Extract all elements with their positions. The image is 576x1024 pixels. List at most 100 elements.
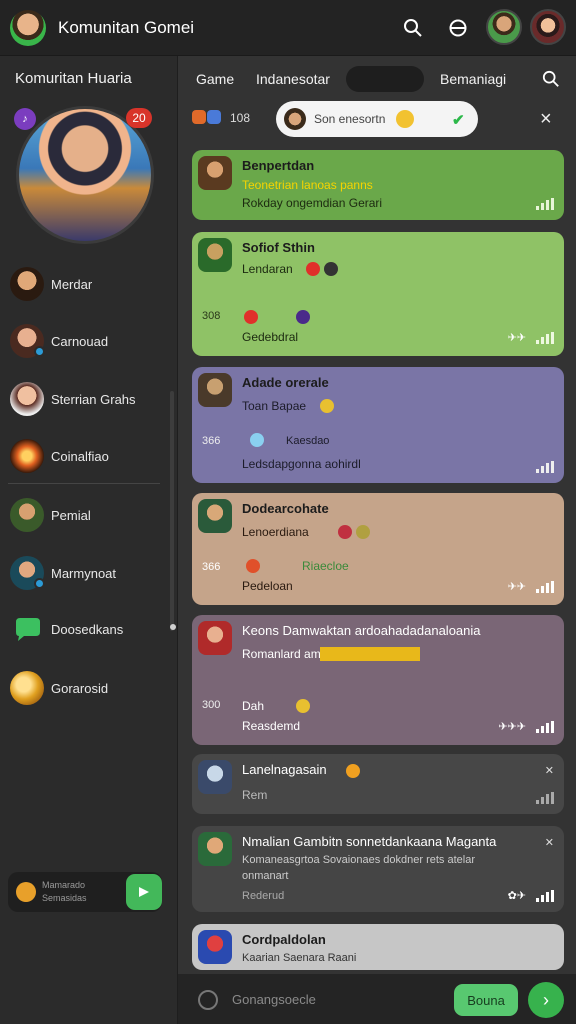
highlight-bar (320, 647, 420, 661)
card-subtitle: Lendaran (242, 262, 293, 276)
sidebar-item-label: Marmynoat (51, 566, 117, 581)
search-icon[interactable] (540, 68, 562, 90)
chat-card[interactable]: Nmalian Gambitn sonnetdankaana Maganta K… (192, 826, 564, 912)
card-subtitle: Teonetrian lanoas panns (242, 178, 373, 192)
message-input[interactable]: Gonangsoecle (232, 992, 316, 1007)
avatar (198, 621, 232, 655)
composer-action-button[interactable]: Bouna (454, 984, 518, 1016)
reaction-icon: ✈✈ (507, 581, 526, 593)
sidebar-item-marmynoat[interactable]: Marmynoat (8, 554, 170, 594)
reaction-icon: ✈✈ (507, 332, 526, 344)
sidebar-divider (8, 483, 160, 484)
chat-card[interactable]: Adade orerale Toan Bapae 366 Kaesdao Led… (192, 367, 564, 483)
smile-icon (396, 110, 414, 128)
sidebar-item-carnouad[interactable]: Carnouad (8, 322, 170, 362)
chat-card[interactable]: Cordpaldolan Kaarian Saenara Raani (192, 924, 564, 970)
gems-icon (192, 110, 222, 126)
sidebar-item-label: Carnouad (51, 334, 109, 349)
close-icon[interactable]: × (540, 108, 552, 131)
emoji-icon[interactable] (198, 990, 218, 1010)
search-chip[interactable]: Son enesortn ✔ (276, 101, 478, 137)
avatar (198, 760, 232, 794)
sidebar-item-merdar[interactable]: Merdar (8, 265, 170, 305)
chat-card[interactable]: Keons Damwaktan ardoahadadanaloania Roma… (192, 615, 564, 745)
music-badge: ♪ (14, 108, 36, 130)
tab-bar: Game Indanesotar Bemaniagi (178, 56, 576, 102)
sidebar-item-coinalfiao[interactable]: Coinalfiao (8, 437, 170, 477)
sidebar-item-label: Pemial (51, 508, 91, 523)
tab-bemaniagi[interactable]: Bemaniagi (440, 71, 506, 87)
card-extra: Dah (242, 699, 265, 713)
reaction-icon (356, 525, 370, 539)
card-message: Ledsdapgonna aohirdl (242, 457, 361, 471)
card-title: Benpertdan (242, 158, 315, 173)
card-title: Adade orerale (242, 375, 329, 390)
search-icon[interactable] (402, 17, 424, 39)
mini-card-text: Mamarado Semasidas (42, 880, 87, 903)
online-dot (34, 578, 45, 589)
mini-card[interactable]: Mamarado Semasidas (8, 872, 162, 912)
mute-icon[interactable]: ✕ (545, 764, 554, 777)
card-count: 308 (202, 310, 221, 322)
card-message: onmanart (242, 870, 289, 882)
sidebar-scrollbar[interactable] (170, 391, 174, 631)
avatar (10, 439, 44, 473)
sidebar-item-pemial[interactable]: Pemial (8, 496, 170, 536)
tab-game[interactable]: Game (196, 71, 234, 87)
mini-send-button[interactable] (126, 874, 162, 910)
avatar (198, 832, 232, 866)
online-dot (34, 346, 45, 357)
reward-icon (16, 882, 36, 902)
theme-icon[interactable] (447, 17, 469, 39)
card-subtitle: Kaarian Saenara Raani (242, 952, 357, 964)
user-avatar-1[interactable] (486, 9, 522, 45)
chat-card[interactable]: Lanelnagasain Rem ✕ (192, 754, 564, 814)
signal-icon (536, 581, 554, 593)
reaction-icon (324, 262, 338, 276)
signal-icon (536, 198, 554, 210)
card-count: 366 (202, 561, 221, 573)
sidebar-item-sterrian-grahs[interactable]: Sterrian Grahs (8, 380, 170, 420)
reaction-icon (338, 525, 352, 539)
notification-badge: 20 (126, 108, 152, 128)
card-title: Cordpaldolan (242, 932, 326, 947)
reaction-icon (246, 559, 260, 573)
scroll-thumb[interactable] (170, 624, 176, 630)
avatar (10, 382, 44, 416)
chat-bubble-icon (10, 612, 44, 646)
check-icon[interactable]: ✔ (452, 111, 470, 129)
card-title: Dodearcohate (242, 501, 329, 516)
tab-indanesotar[interactable]: Indanesotar (256, 71, 330, 87)
sidebar-item-gorarosid[interactable]: Gorarosid (8, 669, 170, 709)
chat-card[interactable]: Dodearcohate Lenoerdiana 366 Riaecloe Pe… (192, 493, 564, 605)
card-extra: Riaecloe (302, 559, 349, 573)
card-title: Lanelnagasain (242, 762, 327, 777)
mute-icon[interactable]: ✕ (545, 836, 554, 849)
card-message: Rokday ongemdian Gerari (242, 196, 383, 210)
chat-card[interactable]: Sofiof Sthin Lendaran 308 Gedebdral ✈✈ (192, 232, 564, 356)
card-extra: Rederud (242, 890, 285, 902)
card-title: Nmalian Gambitn sonnetdankaana Maganta (242, 834, 497, 849)
signal-icon (536, 721, 554, 733)
chat-card[interactable]: Benpertdan Teonetrian lanoas panns Rokda… (192, 150, 564, 220)
sidebar-item-label: Coinalfiao (51, 449, 109, 464)
reaction-icon (296, 310, 310, 324)
avatar (10, 267, 44, 301)
reaction-icon (250, 433, 264, 447)
card-message: Gedebdral (242, 330, 299, 344)
app-logo[interactable] (10, 10, 46, 46)
sidebar-item-label: Gorarosid (51, 681, 109, 696)
avatar (198, 238, 232, 272)
send-button[interactable]: › (528, 982, 564, 1018)
sidebar-item-doosedkans[interactable]: Doosedkans (8, 610, 170, 650)
signal-icon (536, 332, 554, 344)
card-message: Rem (242, 788, 268, 802)
card-message: Reasdemd (242, 719, 301, 733)
card-subtitle: Toan Bapae (242, 399, 307, 413)
tab-active[interactable] (346, 66, 424, 92)
avatar (198, 373, 232, 407)
reaction-icon (296, 699, 310, 713)
user-avatar-2[interactable] (530, 9, 566, 45)
card-subtitle: Romanlard am (242, 647, 321, 661)
member-count: 108 (230, 111, 251, 125)
